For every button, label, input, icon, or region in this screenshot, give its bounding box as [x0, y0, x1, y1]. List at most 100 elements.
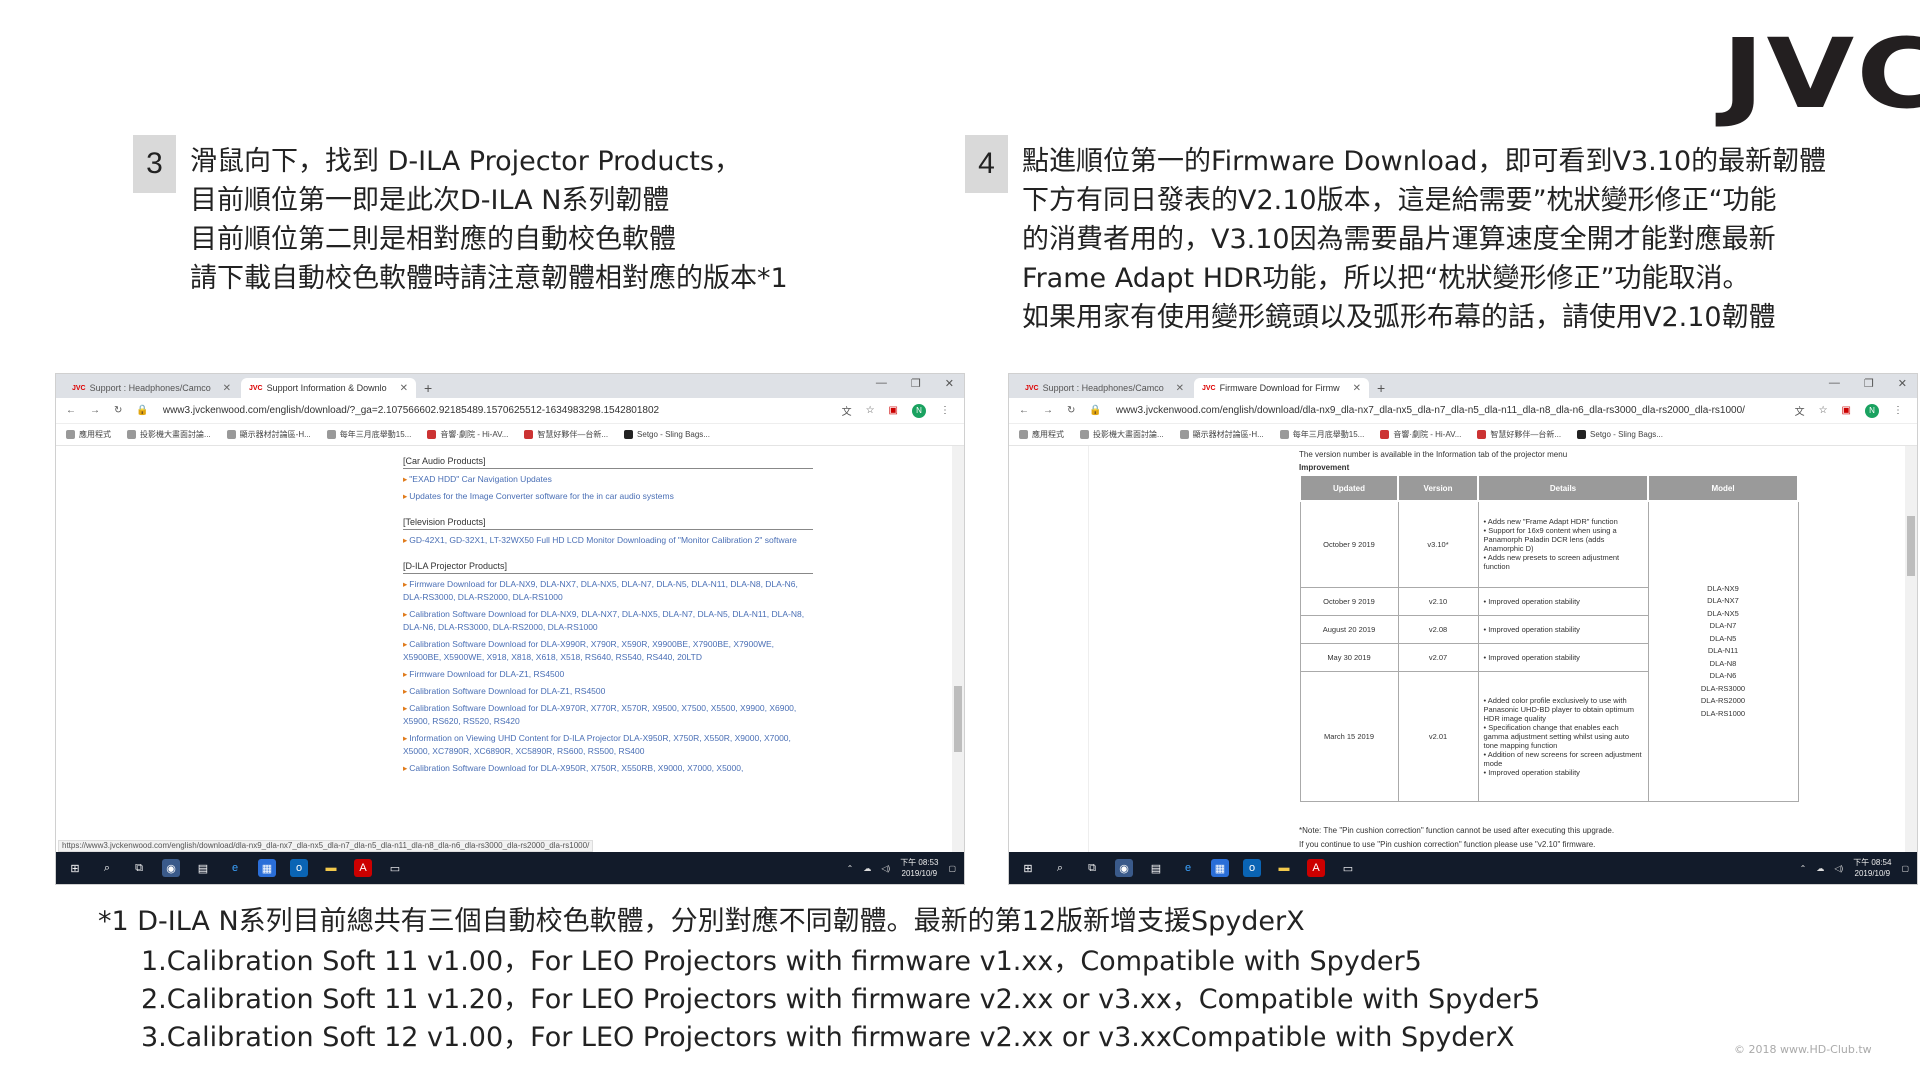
new-tab-icon[interactable]: + — [424, 378, 432, 398]
browser-tab[interactable]: JVC Support : Headphones/Camco ✕ — [1017, 378, 1192, 398]
folder-icon[interactable]: ▬ — [322, 859, 340, 877]
edge-icon[interactable]: e — [226, 859, 244, 877]
forward-icon[interactable]: → — [1043, 405, 1053, 416]
app-icon[interactable]: ▦ — [258, 859, 276, 877]
search-icon[interactable]: ⌕ — [98, 859, 116, 877]
store-icon[interactable]: ▤ — [194, 859, 212, 877]
maximize-icon[interactable]: ❐ — [1864, 377, 1874, 390]
browser-tab[interactable]: JVC Support : Headphones/Camco ✕ — [64, 378, 239, 398]
bookmark-item[interactable]: 音響·劇院 - Hi-AV... — [1380, 429, 1461, 440]
bookmark-item[interactable]: 每年三月底舉動15... — [1279, 429, 1364, 440]
download-link[interactable]: ▸ Calibration Software Download for DLA-X… — [403, 638, 813, 664]
download-link[interactable]: ▸ Calibration Software Download for DLA-X… — [403, 702, 813, 728]
download-link[interactable]: ▸ Updates for the Image Converter softwar… — [403, 490, 813, 503]
download-link[interactable]: ▸ Calibration Software Download for DLA-Z… — [403, 685, 813, 698]
translate-icon[interactable]: 文 — [842, 403, 852, 418]
bookmark-item[interactable]: 投影機大畫面討論... — [1080, 429, 1164, 440]
bookmark-item[interactable]: Setgo - Sling Bags... — [624, 430, 710, 439]
pdf-icon[interactable]: ▣ — [1842, 405, 1851, 416]
bookmark-item[interactable]: 應用程式 — [66, 429, 111, 440]
bookmark-item[interactable]: 智慧好夥伴—台新... — [524, 429, 608, 440]
volume-icon[interactable]: ◁) — [1834, 864, 1843, 873]
scrollbar-thumb[interactable] — [1907, 516, 1915, 576]
close-tab-icon[interactable]: ✕ — [1176, 383, 1184, 394]
scrollbar[interactable] — [1905, 446, 1917, 852]
notification-icon[interactable]: ▢ — [948, 864, 956, 873]
maximize-icon[interactable]: ❐ — [911, 377, 921, 390]
folder-icon[interactable]: ▬ — [1275, 859, 1293, 877]
star-icon[interactable]: ☆ — [1819, 405, 1828, 416]
bookmark-icon — [524, 430, 534, 439]
back-icon[interactable]: ← — [1019, 405, 1029, 416]
close-window-icon[interactable]: ✕ — [945, 377, 954, 390]
outlook-icon[interactable]: o — [1243, 859, 1261, 877]
download-link[interactable]: ▸ Information on Viewing UHD Content for … — [403, 732, 813, 758]
chrome-icon[interactable]: ◉ — [1115, 859, 1133, 877]
download-link[interactable]: ▸ Calibration Software Download for DLA-N… — [403, 608, 813, 634]
download-link[interactable]: ▸ GD-42X1, GD-32X1, LT-32WX50 Full HD LCD… — [403, 534, 813, 547]
url-field[interactable]: www3.jvckenwood.com/english/download/dla… — [1116, 405, 1745, 416]
store-icon[interactable]: ▤ — [1147, 859, 1165, 877]
acrobat-icon[interactable]: A — [354, 859, 372, 877]
bookmark-item[interactable]: 應用程式 — [1019, 429, 1064, 440]
page-content: The version number is available in the I… — [1009, 446, 1917, 852]
bookmark-item[interactable]: 每年三月底舉動15... — [326, 429, 411, 440]
minimize-icon[interactable]: — — [1829, 377, 1840, 390]
clock[interactable]: 下午 08:54 2019/10/9 — [1853, 857, 1891, 879]
column-header: Details — [1477, 474, 1649, 502]
bookmark-item[interactable]: Setgo - Sling Bags... — [1577, 430, 1663, 439]
forward-icon[interactable]: → — [90, 405, 100, 416]
pdf-icon[interactable]: ▣ — [889, 405, 898, 416]
scrollbar-thumb[interactable] — [954, 686, 962, 752]
bookmark-item[interactable]: 顯示器材討論區-H... — [226, 429, 311, 440]
download-link[interactable]: ▸ Firmware Download for DLA-Z1, RS4500 — [403, 668, 813, 681]
close-tab-icon[interactable]: ✕ — [400, 383, 408, 394]
scrollbar[interactable] — [952, 446, 964, 852]
chrome-icon[interactable]: ◉ — [162, 859, 180, 877]
close-tab-icon[interactable]: ✕ — [1353, 383, 1361, 394]
bookmark-item[interactable]: 音響·劇院 - Hi-AV... — [427, 429, 508, 440]
star-icon[interactable]: ☆ — [866, 405, 875, 416]
download-link[interactable]: ▸ Firmware Download for DLA-NX9, DLA-NX7,… — [403, 578, 813, 604]
edge-icon[interactable]: e — [1179, 859, 1197, 877]
reload-icon[interactable]: ↻ — [114, 405, 122, 416]
tray-arrow-icon[interactable]: ⌃ — [1800, 864, 1807, 873]
minimize-icon[interactable]: — — [876, 377, 887, 390]
profile-avatar[interactable]: N — [1865, 403, 1879, 418]
menu-icon[interactable]: ⋮ — [1893, 405, 1903, 416]
volume-icon[interactable]: ◁) — [881, 864, 890, 873]
bookmark-item[interactable]: 顯示器材討論區-H... — [1179, 429, 1264, 440]
new-tab-icon[interactable]: + — [1377, 378, 1385, 398]
profile-avatar[interactable]: N — [912, 403, 926, 418]
back-icon[interactable]: ← — [66, 405, 76, 416]
close-tab-icon[interactable]: ✕ — [223, 383, 231, 394]
url-field[interactable]: www3.jvckenwood.com/english/download/?_g… — [163, 405, 659, 416]
browser-tab-active[interactable]: JVC Support Information & Downlo ✕ — [241, 378, 416, 398]
download-link[interactable]: ▸ "EXAD HDD" Car Navigation Updates — [403, 473, 813, 486]
outlook-icon[interactable]: o — [290, 859, 308, 877]
notification-icon[interactable]: ▢ — [1901, 864, 1909, 873]
menu-icon[interactable]: ⋮ — [940, 405, 950, 416]
bookmark-item[interactable]: 智慧好夥伴—台新... — [1477, 429, 1561, 440]
acrobat-icon[interactable]: A — [1307, 859, 1325, 877]
bookmark-item[interactable]: 投影機大畫面討論... — [127, 429, 211, 440]
clock[interactable]: 下午 08:53 2019/10/9 — [900, 857, 938, 879]
browser-tab-active[interactable]: JVC Firmware Download for Firmw ✕ — [1194, 378, 1369, 398]
clock-time: 下午 08:53 — [900, 858, 939, 867]
app-icon[interactable]: ▭ — [386, 859, 404, 877]
download-link[interactable]: ▸ Calibration Software Download for DLA-X… — [403, 762, 813, 775]
app-icon[interactable]: ▦ — [1211, 859, 1229, 877]
close-window-icon[interactable]: ✕ — [1898, 377, 1907, 390]
translate-icon[interactable]: 文 — [1795, 403, 1805, 418]
windows-start-icon[interactable]: ⊞ — [1019, 859, 1037, 877]
windows-start-icon[interactable]: ⊞ — [66, 859, 84, 877]
network-icon[interactable]: ☁ — [863, 864, 871, 873]
app-icon[interactable]: ▭ — [1339, 859, 1357, 877]
step-4-text: 點進順位第一的Firmware Download，即可看到V3.10的最新韌體 … — [1022, 142, 1826, 337]
network-icon[interactable]: ☁ — [1816, 864, 1824, 873]
search-icon[interactable]: ⌕ — [1051, 859, 1069, 877]
tray-arrow-icon[interactable]: ⌃ — [847, 864, 854, 873]
task-view-icon[interactable]: ⧉ — [130, 859, 148, 877]
reload-icon[interactable]: ↻ — [1067, 405, 1075, 416]
task-view-icon[interactable]: ⧉ — [1083, 859, 1101, 877]
